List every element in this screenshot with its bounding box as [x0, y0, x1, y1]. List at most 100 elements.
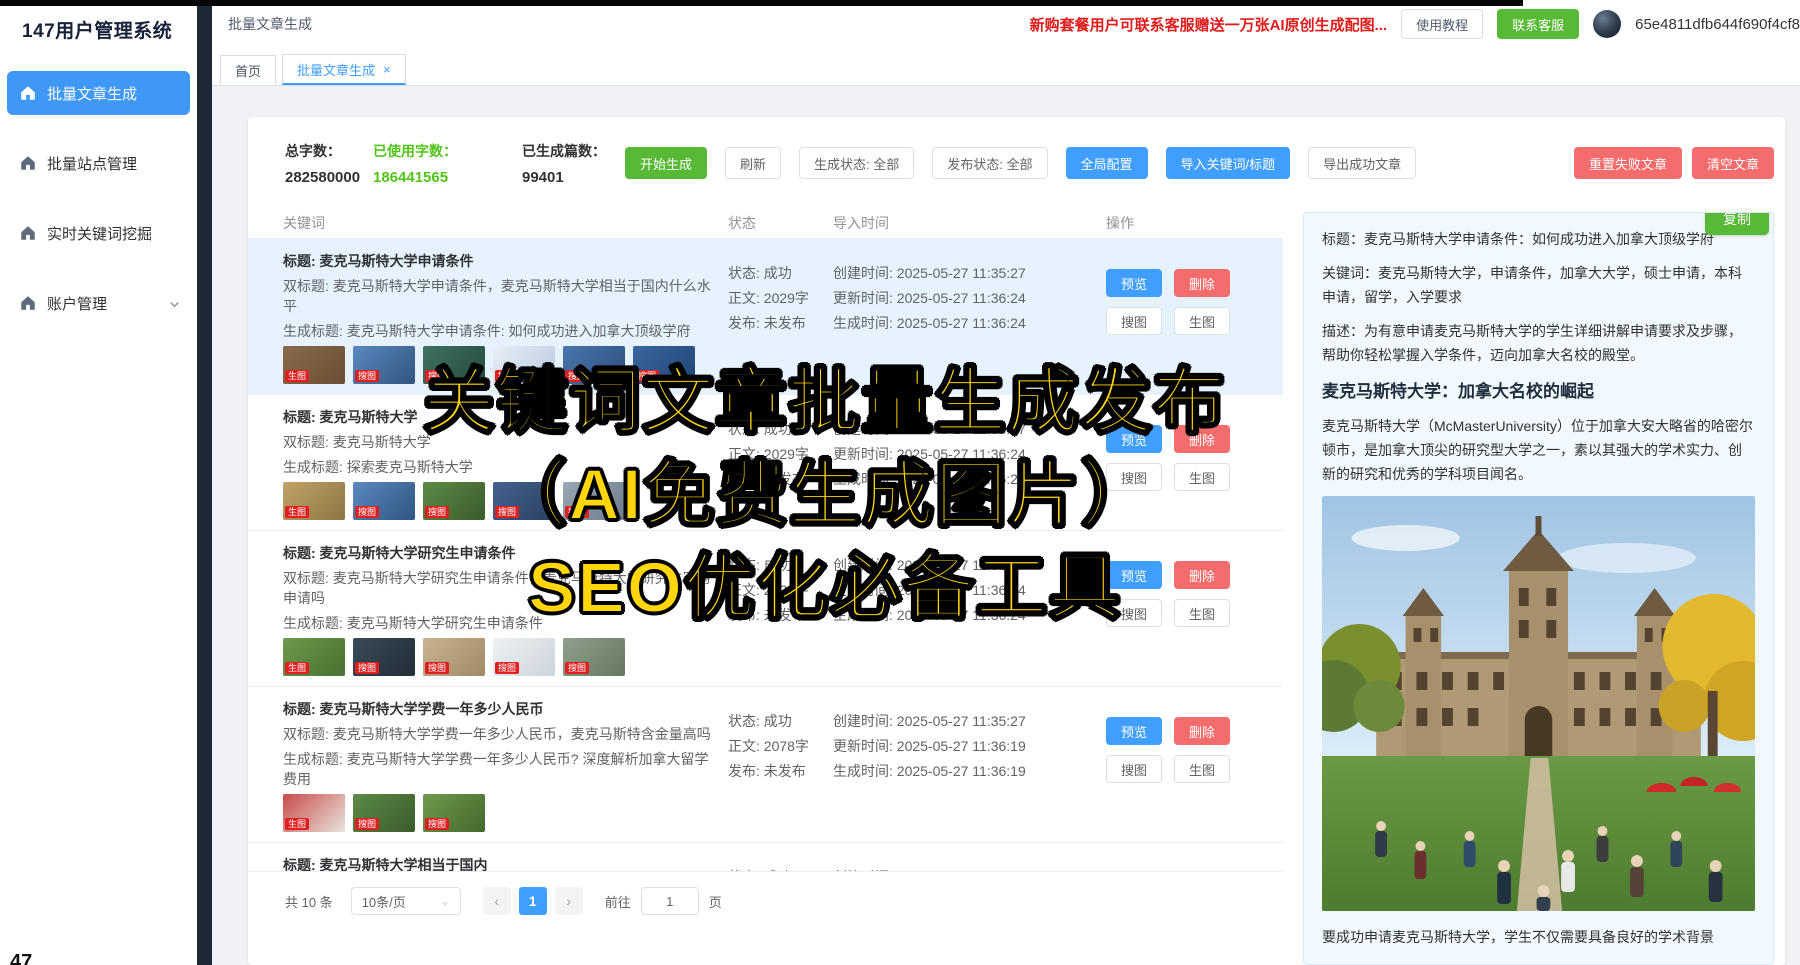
- article-thumbnail[interactable]: 搜图: [493, 482, 555, 520]
- article-thumbnail[interactable]: 生图: [283, 346, 345, 384]
- article-thumbnail[interactable]: 生图: [283, 794, 345, 832]
- next-page-button[interactable]: ›: [555, 887, 583, 915]
- search-image-button[interactable]: 搜图: [1106, 307, 1162, 335]
- row-status: 状态: 成功: [728, 417, 833, 442]
- stat-item-1: 总字数：282580000: [285, 141, 373, 186]
- thumbnail-strip: 生图搜图搜图: [283, 794, 718, 832]
- table-row[interactable]: 标题: 麦克马斯特大学研究生申请条件双标题: 麦克马斯特大学研究生申请条件，麦克…: [248, 530, 1283, 686]
- table-row[interactable]: 标题: 麦克马斯特大学学费一年多少人民币双标题: 麦克马斯特大学学费一年多少人民…: [248, 686, 1283, 842]
- promo-notice[interactable]: 新购套餐用户可联系客服赠送一万张AI原创生成配图...: [1030, 14, 1388, 35]
- thumbnail-badge: 搜图: [355, 818, 379, 830]
- publish-status-select[interactable]: 发布状态: 全部: [932, 147, 1047, 179]
- stats-row: 总字数：282580000已使用字数：186441565已生成篇数：99401: [285, 141, 642, 186]
- goto-page-input[interactable]: [641, 887, 699, 915]
- user-avatar[interactable]: [1593, 10, 1621, 38]
- app-title: 147用户管理系统: [0, 0, 197, 43]
- search-image-button[interactable]: 搜图: [1106, 755, 1162, 783]
- table-row[interactable]: 标题: 麦克马斯特大学相当于国内双标题: 麦克马斯特大学相当于国内，麦克马斯特大…: [248, 842, 1283, 872]
- delete-button[interactable]: 删除: [1174, 717, 1230, 745]
- page-size-select[interactable]: 10条/页 ⌄: [351, 887, 461, 915]
- prev-page-button[interactable]: ‹: [483, 887, 511, 915]
- preview-keywords: 关键词：麦克马斯特大学，申请条件，加拿大大学，硕士申请，本科申请，留学，入学要求: [1322, 261, 1755, 309]
- preview-button[interactable]: 预览: [1106, 425, 1162, 453]
- sidebar-item-label: 批量文章生成: [47, 83, 137, 104]
- preview-panel: 复制 标题：麦克马斯特大学申请条件：如何成功进入加拿大顶级学府 关键词：麦克马斯…: [1303, 212, 1774, 965]
- user-id[interactable]: 65e4811dfb644f690f4cf8: [1635, 16, 1800, 33]
- article-generated-title: 生成标题: 麦克马斯特大学研究生申请条件: [283, 613, 718, 633]
- search-image-button[interactable]: 搜图: [1106, 463, 1162, 491]
- stat-value: 282580000: [285, 169, 373, 186]
- stat-value: 186441565: [373, 169, 522, 186]
- article-dual-title: 双标题: 麦克马斯特大学研究生申请条件，麦克马斯特大学研究生容易申请吗: [283, 568, 718, 608]
- preview-button[interactable]: 预览: [1106, 561, 1162, 589]
- thumbnail-badge: 生图: [285, 370, 309, 382]
- delete-button[interactable]: 删除: [1174, 425, 1230, 453]
- row-word-count: 正文: 2029字: [728, 578, 833, 603]
- sidebar-item-2[interactable]: 批量站点管理: [7, 141, 190, 185]
- close-icon[interactable]: ×: [383, 62, 391, 77]
- clear-articles-button[interactable]: 清空文章: [1692, 147, 1774, 179]
- article-thumbnail[interactable]: 搜图: [423, 638, 485, 676]
- goto-group: 前往 页: [605, 887, 722, 915]
- generate-image-button[interactable]: 生图: [1174, 599, 1230, 627]
- row-status: 状态: 成功: [728, 709, 833, 734]
- thumbnail-badge: 搜图: [425, 818, 449, 830]
- contact-support-button[interactable]: 联系客服: [1497, 9, 1579, 39]
- sidebar-item-1[interactable]: 批量文章生成: [7, 71, 190, 115]
- article-generated-title: 生成标题: 麦克马斯特大学申请条件: 如何成功进入加拿大顶级学府: [283, 321, 718, 341]
- generate-image-button[interactable]: 生图: [1174, 307, 1230, 335]
- article-thumbnail[interactable]: 搜图: [563, 482, 625, 520]
- article-thumbnail[interactable]: 生图: [283, 482, 345, 520]
- article-thumbnail[interactable]: 搜图: [633, 346, 695, 384]
- article-thumbnail[interactable]: 搜图: [493, 346, 555, 384]
- table-header-row: 关键词 状态 导入时间 操作: [248, 208, 1283, 238]
- export-success-button[interactable]: 导出成功文章: [1308, 147, 1416, 179]
- danger-buttons: 重置失败文章 清空文章: [1574, 147, 1774, 179]
- generate-image-button[interactable]: 生图: [1174, 755, 1230, 783]
- table-row[interactable]: 标题: 麦克马斯特大学双标题: 麦克马斯特大学生成标题: 探索麦克马斯特大学生图…: [248, 394, 1283, 530]
- thumbnail-badge: 搜图: [565, 506, 589, 518]
- col-header-import-time: 导入时间: [833, 213, 1106, 233]
- article-generated-title: 生成标题: 麦克马斯特大学学费一年多少人民币? 深度解析加拿大留学费用: [283, 749, 718, 789]
- table-row[interactable]: 标题: 麦克马斯特大学申请条件双标题: 麦克马斯特大学申请条件，麦克马斯特大学相…: [248, 238, 1283, 394]
- tab-label: 批量文章生成: [297, 60, 375, 79]
- article-thumbnail[interactable]: 搜图: [563, 346, 625, 384]
- delete-button[interactable]: 删除: [1174, 269, 1230, 297]
- article-thumbnail[interactable]: 搜图: [353, 638, 415, 676]
- article-thumbnail[interactable]: 搜图: [423, 794, 485, 832]
- thumbnail-badge: 搜图: [565, 662, 589, 674]
- article-thumbnail[interactable]: 搜图: [563, 638, 625, 676]
- tutorial-button[interactable]: 使用教程: [1401, 9, 1483, 39]
- row-publish-status: 发布: 未发布: [728, 467, 833, 492]
- preview-button[interactable]: 预览: [1106, 717, 1162, 745]
- article-thumbnail[interactable]: 搜图: [353, 482, 415, 520]
- delete-button[interactable]: 删除: [1174, 561, 1230, 589]
- tab-1[interactable]: 首页: [220, 55, 276, 85]
- corner-partial-text: 47: [10, 951, 32, 965]
- sidebar-item-3[interactable]: 实时关键词挖掘: [7, 211, 190, 255]
- row-generated-time: 生成时间: 2025-05-27 11:36:19: [833, 759, 1106, 784]
- article-thumbnail[interactable]: 搜图: [493, 638, 555, 676]
- article-thumbnail[interactable]: 搜图: [353, 794, 415, 832]
- chevron-down-icon: [169, 297, 180, 308]
- start-generate-button[interactable]: 开始生成: [625, 147, 707, 179]
- refresh-button[interactable]: 刷新: [725, 147, 781, 179]
- copy-button[interactable]: 复制: [1705, 212, 1769, 235]
- generate-status-select[interactable]: 生成状态: 全部: [799, 147, 914, 179]
- sidebar-item-4[interactable]: 账户管理: [7, 281, 190, 325]
- global-config-button[interactable]: 全局配置: [1066, 147, 1148, 179]
- generate-image-button[interactable]: 生图: [1174, 463, 1230, 491]
- page-number-1[interactable]: 1: [519, 887, 547, 915]
- article-thumbnail[interactable]: 搜图: [423, 346, 485, 384]
- tab-2[interactable]: 批量文章生成 ×: [282, 54, 406, 85]
- thumbnail-badge: 搜图: [425, 506, 449, 518]
- reset-failed-button[interactable]: 重置失败文章: [1574, 147, 1682, 179]
- preview-button[interactable]: 预览: [1106, 269, 1162, 297]
- search-image-button[interactable]: 搜图: [1106, 599, 1162, 627]
- article-thumbnail[interactable]: 生图: [283, 638, 345, 676]
- import-keywords-button[interactable]: 导入关键词/标题: [1166, 147, 1291, 179]
- row-publish-status: 发布: 未发布: [728, 603, 833, 628]
- page-size-value: 10条/页: [362, 892, 406, 911]
- article-thumbnail[interactable]: 搜图: [353, 346, 415, 384]
- article-thumbnail[interactable]: 搜图: [423, 482, 485, 520]
